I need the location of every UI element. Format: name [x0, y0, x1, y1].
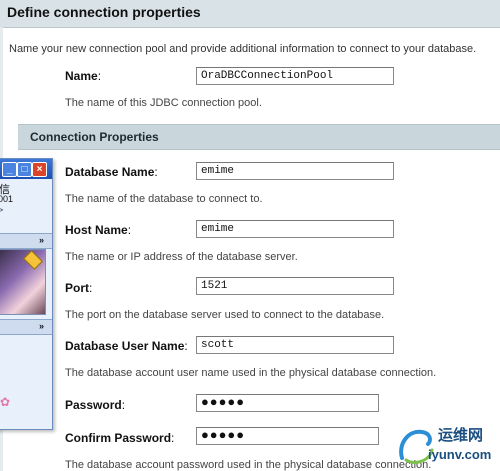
- chat-arrow-icon[interactable]: >: [0, 205, 3, 215]
- minimize-button[interactable]: _: [2, 162, 17, 177]
- host-name-input[interactable]: emime: [196, 220, 394, 238]
- name-label: Name:: [65, 69, 102, 83]
- name-input[interactable]: OraDBCConnectionPool: [196, 67, 394, 85]
- host-name-label: Host Name:: [65, 223, 132, 237]
- chat-window[interactable]: _ □ × 信 001 > » » ✿: [0, 158, 53, 430]
- user-name-input[interactable]: scott: [196, 336, 394, 354]
- chat-number: 001: [0, 194, 14, 204]
- watermark-cn: 运维网: [438, 427, 484, 444]
- confirm-password-label: Confirm Password:: [65, 431, 175, 445]
- intro-text: Name your new connection pool and provid…: [9, 43, 477, 55]
- section-title: Connection Properties: [30, 130, 159, 144]
- maximize-button[interactable]: □: [17, 162, 32, 177]
- chat-panel-header-2[interactable]: »: [0, 319, 52, 335]
- close-button[interactable]: ×: [32, 162, 47, 177]
- chat-panel-header[interactable]: »: [0, 233, 52, 249]
- name-help: The name of this JDBC connection pool.: [65, 97, 262, 109]
- page-header: Define connection properties: [0, 0, 500, 28]
- page-title: Define connection properties: [7, 4, 201, 20]
- flower-icon: ✿: [0, 395, 11, 409]
- password-input[interactable]: ●●●●●: [196, 394, 379, 412]
- user-name-label: Database User Name:: [65, 339, 188, 353]
- watermark-logo: 运维网 iyunv.com: [392, 420, 500, 471]
- port-help: The port on the database server used to …: [65, 309, 385, 321]
- confirm-password-input[interactable]: ●●●●●: [196, 427, 379, 445]
- database-name-help: The name of the database to connect to.: [65, 193, 263, 205]
- expand-chevron-icon[interactable]: »: [39, 321, 44, 331]
- connection-properties-header: Connection Properties: [18, 124, 500, 150]
- port-input[interactable]: 1521: [196, 277, 394, 295]
- watermark-url: iyunv.com: [428, 447, 492, 462]
- password-label: Password:: [65, 398, 126, 412]
- database-name-input[interactable]: emime: [196, 162, 394, 180]
- chat-titlebar[interactable]: _ □ ×: [0, 159, 52, 179]
- host-name-help: The name or IP address of the database s…: [65, 251, 298, 263]
- badge-icon: [23, 250, 43, 270]
- password-help: The database account password used in th…: [65, 459, 432, 471]
- port-label: Port:: [65, 281, 93, 295]
- avatar: [0, 249, 46, 315]
- database-name-label: Database Name:: [65, 165, 158, 179]
- user-name-help: The database account user name used in t…: [65, 367, 437, 379]
- expand-chevron-icon[interactable]: »: [39, 235, 44, 245]
